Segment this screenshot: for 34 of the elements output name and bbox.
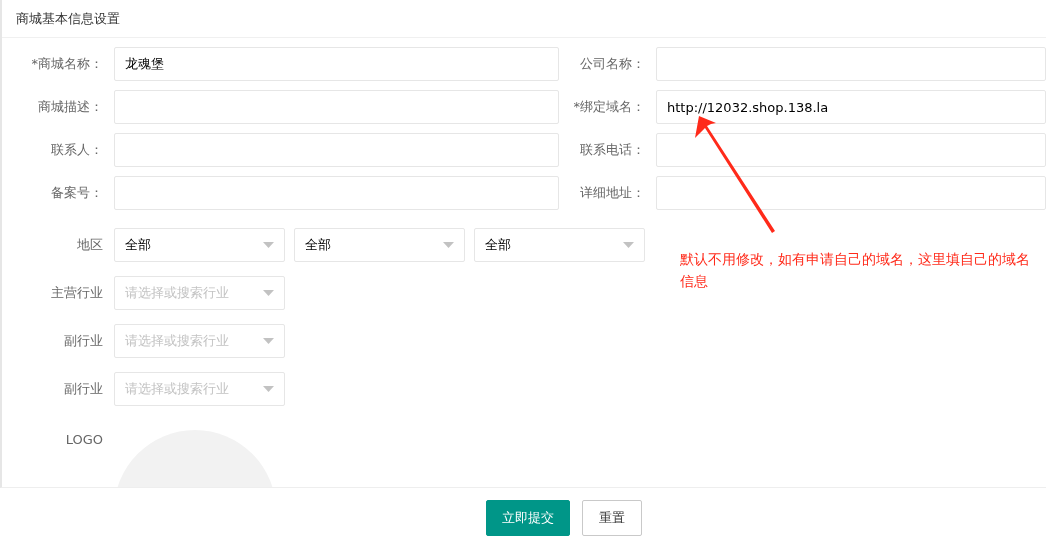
field-label: 联系电话： bbox=[579, 141, 646, 160]
caret-icon bbox=[263, 290, 274, 296]
field-label: 备案号： bbox=[50, 184, 104, 203]
input-field[interactable] bbox=[114, 133, 559, 167]
reset-button[interactable]: 重置 bbox=[582, 500, 642, 536]
input-field[interactable]: http://12032.shop.138.la bbox=[656, 90, 1046, 124]
input-field[interactable] bbox=[656, 176, 1046, 210]
submit-button[interactable]: 立即提交 bbox=[486, 500, 570, 536]
field-label: 公司名称： bbox=[579, 55, 646, 74]
caret-icon bbox=[263, 338, 274, 344]
input-field[interactable] bbox=[114, 176, 559, 210]
caret-icon bbox=[623, 242, 634, 248]
select-field[interactable]: 全部 bbox=[474, 228, 645, 262]
field-label: 地区 bbox=[76, 236, 104, 255]
select-field[interactable]: 全部 bbox=[114, 228, 285, 262]
annotation-text: 默认不用修改，如有申请自己的域名，这里填自己的域名信息 bbox=[680, 250, 1031, 291]
caret-icon bbox=[443, 242, 454, 248]
input-field[interactable] bbox=[656, 47, 1046, 81]
input-field[interactable]: 龙魂堡 bbox=[114, 47, 559, 81]
select-field[interactable]: 全部 bbox=[294, 228, 465, 262]
input-field[interactable] bbox=[114, 90, 559, 124]
panel-title: 商城基本信息设置 bbox=[16, 9, 120, 28]
caret-icon bbox=[263, 242, 274, 248]
field-label: 联系人： bbox=[50, 141, 104, 160]
input-field[interactable] bbox=[656, 133, 1046, 167]
field-label: 副行业 bbox=[63, 332, 104, 351]
field-label: 主营行业 bbox=[50, 284, 104, 303]
field-label: 详细地址： bbox=[579, 184, 646, 203]
field-label: LOGO bbox=[64, 431, 104, 449]
field-label: *商城名称： bbox=[30, 55, 104, 74]
field-label: 副行业 bbox=[63, 380, 104, 399]
field-label: 商城描述： bbox=[37, 98, 104, 117]
field-label: *绑定域名： bbox=[572, 98, 646, 117]
caret-icon bbox=[263, 386, 274, 392]
